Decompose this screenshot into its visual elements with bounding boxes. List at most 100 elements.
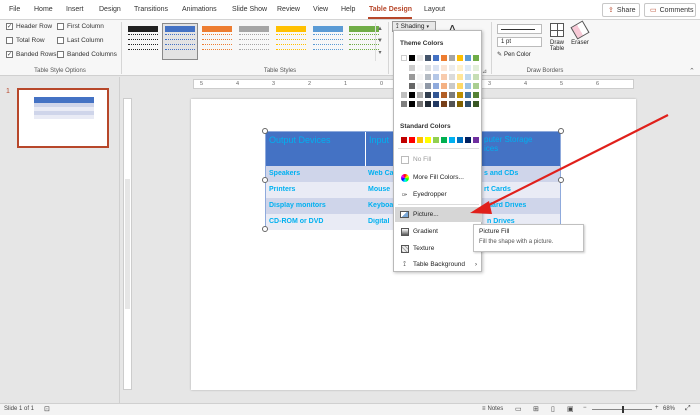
theme-color-swatch[interactable]: [409, 74, 415, 80]
tab-insert[interactable]: Insert: [66, 6, 84, 13]
resize-handle[interactable]: [558, 128, 564, 134]
tab-home[interactable]: Home: [34, 6, 53, 13]
theme-color-swatch[interactable]: [465, 65, 471, 71]
table-header-cell[interactable]: puter Storage ices: [481, 132, 560, 166]
theme-color-swatch[interactable]: [457, 83, 463, 89]
standard-color-swatch[interactable]: [441, 137, 447, 143]
theme-color-swatch[interactable]: [409, 101, 415, 107]
accessibility-icon[interactable]: ⊡: [44, 405, 50, 413]
standard-color-swatch[interactable]: [465, 137, 471, 143]
theme-color-swatch[interactable]: [417, 55, 423, 61]
theme-color-swatch[interactable]: [473, 65, 479, 71]
theme-color-swatch[interactable]: [425, 83, 431, 89]
menu-item-eyedropper[interactable]: ✑ Eyedropper: [395, 187, 482, 202]
pen-style-dropdown[interactable]: [497, 24, 542, 34]
theme-color-swatch[interactable]: [441, 101, 447, 107]
total-row-checkbox[interactable]: Total Row: [6, 37, 45, 44]
theme-color-swatch[interactable]: [401, 83, 407, 89]
pen-weight-dropdown[interactable]: 1 pt: [497, 37, 542, 47]
theme-color-swatch[interactable]: [465, 55, 471, 61]
theme-color-swatch[interactable]: [441, 65, 447, 71]
eraser-button[interactable]: Eraser: [570, 20, 590, 46]
table-cell[interactable]: s and CDs: [481, 170, 560, 177]
theme-color-swatch[interactable]: [441, 83, 447, 89]
theme-color-swatch[interactable]: [449, 92, 455, 98]
theme-color-swatch[interactable]: [417, 65, 423, 71]
tab-animations[interactable]: Animations: [182, 6, 217, 13]
theme-color-swatch[interactable]: [401, 65, 407, 71]
share-button[interactable]: ⇪ Share: [602, 3, 640, 17]
theme-color-swatch[interactable]: [441, 74, 447, 80]
theme-color-swatch[interactable]: [449, 74, 455, 80]
menu-item-table-background[interactable]: ⟟ Table Background ›: [395, 257, 482, 272]
menu-item-more-fill-colors[interactable]: More Fill Colors...: [395, 170, 482, 185]
theme-color-swatch[interactable]: [473, 83, 479, 89]
theme-color-swatch[interactable]: [449, 65, 455, 71]
standard-color-swatch[interactable]: [417, 137, 423, 143]
table-cell[interactable]: CD-ROM or DVD: [266, 218, 365, 225]
zoom-level[interactable]: 68%: [663, 406, 675, 412]
slideshow-icon[interactable]: ▣: [567, 405, 574, 413]
tab-table-design[interactable]: Table Design: [369, 6, 412, 13]
theme-color-swatch[interactable]: [449, 83, 455, 89]
slide-sorter-icon[interactable]: ⊞: [533, 405, 539, 413]
tab-review[interactable]: Review: [277, 6, 300, 13]
theme-color-swatch[interactable]: [409, 55, 415, 61]
menu-item-no-fill[interactable]: No Fill: [395, 152, 482, 167]
table-header-cell[interactable]: Output Devices: [266, 132, 365, 166]
menu-item-texture[interactable]: Texture: [395, 241, 482, 256]
theme-color-swatch[interactable]: [433, 74, 439, 80]
table-style-option[interactable]: [202, 26, 232, 56]
header-row-checkbox[interactable]: ✓ Header Row: [6, 23, 52, 30]
tab-help[interactable]: Help: [341, 6, 355, 13]
tab-transitions[interactable]: Transitions: [134, 6, 168, 13]
theme-color-swatch[interactable]: [441, 55, 447, 61]
zoom-out-button[interactable]: −: [583, 405, 587, 411]
theme-color-swatch[interactable]: [425, 55, 431, 61]
theme-color-swatch[interactable]: [473, 74, 479, 80]
notes-button[interactable]: ≡ Notes: [482, 406, 503, 412]
theme-color-swatch[interactable]: [417, 92, 423, 98]
menu-item-gradient[interactable]: Gradient: [395, 224, 482, 239]
theme-color-swatch[interactable]: [401, 55, 407, 61]
comments-button[interactable]: ▭ Comments: [644, 3, 696, 17]
banded-columns-checkbox[interactable]: Banded Columns: [57, 51, 117, 58]
theme-color-swatch[interactable]: [409, 92, 415, 98]
theme-color-swatch[interactable]: [465, 92, 471, 98]
last-column-checkbox[interactable]: Last Column: [57, 37, 104, 44]
theme-color-swatch[interactable]: [425, 101, 431, 107]
theme-color-swatch[interactable]: [457, 65, 463, 71]
theme-color-swatch[interactable]: [457, 74, 463, 80]
zoom-slider[interactable]: [592, 406, 652, 413]
theme-color-swatch[interactable]: [473, 92, 479, 98]
theme-color-swatch[interactable]: [465, 83, 471, 89]
table-style-option[interactable]: [128, 26, 158, 56]
theme-color-swatch[interactable]: [457, 92, 463, 98]
theme-color-swatch[interactable]: [473, 55, 479, 61]
table-style-option[interactable]: [313, 26, 343, 56]
table-style-option[interactable]: [276, 26, 306, 56]
tab-slide-show[interactable]: Slide Show: [232, 6, 267, 13]
zoom-slider-thumb[interactable]: [622, 406, 624, 413]
theme-color-swatch[interactable]: [417, 101, 423, 107]
gallery-scroll[interactable]: ▲ ▼ ▾: [375, 23, 384, 61]
standard-color-swatch[interactable]: [473, 137, 479, 143]
table-cell[interactable]: Speakers: [266, 170, 365, 177]
theme-color-swatch[interactable]: [425, 74, 431, 80]
banded-rows-checkbox[interactable]: ✓ Banded Rows: [6, 51, 56, 58]
table-style-option[interactable]: [165, 26, 195, 56]
resize-handle[interactable]: [558, 177, 564, 183]
zoom-in-button[interactable]: +: [655, 405, 659, 411]
draw-table-button[interactable]: Draw Table: [547, 23, 567, 52]
theme-color-swatch[interactable]: [433, 83, 439, 89]
slide-thumbnail[interactable]: [17, 88, 109, 148]
standard-color-swatch[interactable]: [425, 137, 431, 143]
theme-color-swatch[interactable]: [417, 83, 423, 89]
resize-handle[interactable]: [262, 226, 268, 232]
tab-layout[interactable]: Layout: [424, 6, 445, 13]
standard-color-swatch[interactable]: [409, 137, 415, 143]
normal-view-icon[interactable]: ▭: [515, 405, 522, 413]
standard-color-swatch[interactable]: [457, 137, 463, 143]
table-cell[interactable]: Hard Drives: [484, 202, 560, 209]
theme-color-swatch[interactable]: [409, 65, 415, 71]
